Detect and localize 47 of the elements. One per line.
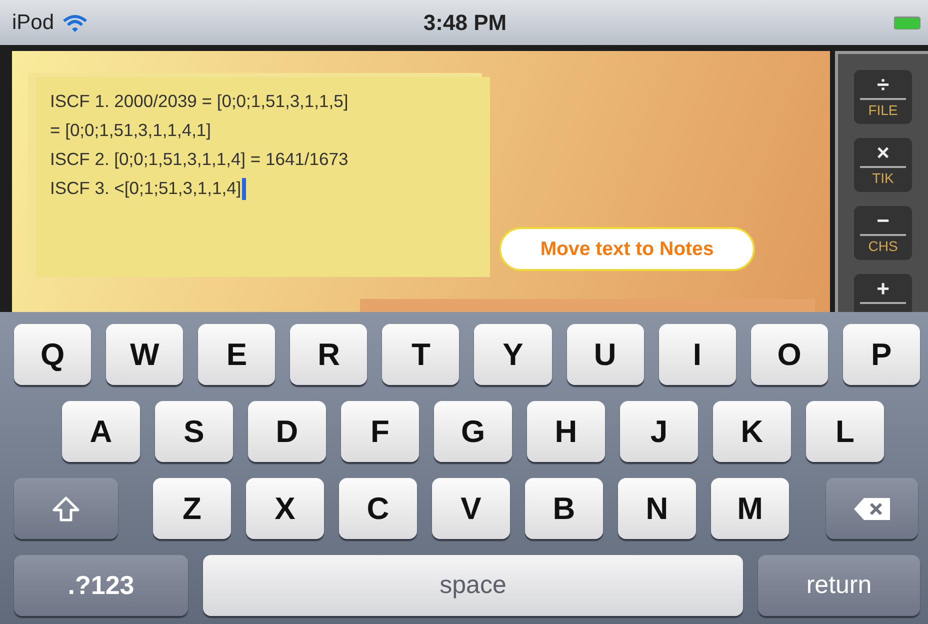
letter-key[interactable]: L <box>806 401 884 462</box>
delete-key[interactable] <box>826 478 918 539</box>
letter-key[interactable]: Z <box>153 478 231 539</box>
letter-key[interactable]: P <box>842 324 920 385</box>
note-text-line: ISCF 1. 2000/2039 = [0;0;1,51,3,1,1,5] <box>50 90 348 113</box>
letter-key[interactable]: T <box>382 324 460 385</box>
letter-key[interactable]: S <box>155 401 233 462</box>
backspace-icon <box>852 496 892 522</box>
letter-key[interactable]: H <box>527 401 605 462</box>
letter-key[interactable]: O <box>750 324 828 385</box>
note-text-line: ISCF 3. <[0;1;51,3,1,1,4] <box>50 177 242 200</box>
battery-icon <box>894 16 922 30</box>
letter-key[interactable]: A <box>62 401 140 462</box>
letter-key[interactable]: E <box>198 324 276 385</box>
return-key[interactable]: return <box>758 555 920 616</box>
letter-key[interactable]: R <box>290 324 368 385</box>
carrier-label: iPod <box>12 10 54 34</box>
calculator-key[interactable]: + <box>854 274 912 312</box>
wifi-icon <box>62 12 88 32</box>
letter-key[interactable]: X <box>246 478 324 539</box>
letter-key[interactable]: W <box>106 324 184 385</box>
letter-key[interactable]: F <box>341 401 419 462</box>
calculator-key[interactable]: ÷ FILE <box>854 70 912 124</box>
letter-key[interactable]: Y <box>474 324 552 385</box>
letter-key[interactable]: K <box>713 401 791 462</box>
letter-key[interactable]: J <box>620 401 698 462</box>
letter-key[interactable]: Q <box>14 324 92 385</box>
letter-key[interactable]: N <box>618 478 696 539</box>
note-text-field[interactable]: ISCF 1. 2000/2039 = [0;0;1,51,3,1,1,5] = [0;0;1,51,3,1,1,4,1] ISCF 2. [0;0;1,51,3,1,1,4] = 1641/1673 ISCF 3. <[0;1;51,3,1,1,4] <box>36 77 490 213</box>
letter-key[interactable]: M <box>711 478 789 539</box>
letter-key[interactable]: G <box>434 401 512 462</box>
text-cursor-icon <box>242 178 246 200</box>
letter-key[interactable]: I <box>658 324 736 385</box>
shift-key[interactable] <box>14 478 118 539</box>
space-bar[interactable]: space <box>203 555 743 616</box>
letter-key[interactable]: U <box>566 324 644 385</box>
letter-key[interactable]: D <box>248 401 326 462</box>
calculator-key[interactable]: − CHS <box>854 206 912 260</box>
note-text-line: = [0;0;1,51,3,1,1,4,1] <box>50 119 212 142</box>
shift-arrow-icon <box>51 494 81 522</box>
clock-time: 3:48 PM <box>423 10 507 36</box>
note-text-line: ISCF 2. [0;0;1,51,3,1,1,4] = 1641/1673 <box>50 148 348 171</box>
letter-key[interactable]: V <box>432 478 510 539</box>
calculator-key[interactable]: × TIK <box>854 138 912 192</box>
letter-key[interactable]: C <box>339 478 417 539</box>
letter-key[interactable]: B <box>525 478 603 539</box>
numbers-key[interactable]: .?123 <box>14 555 188 616</box>
